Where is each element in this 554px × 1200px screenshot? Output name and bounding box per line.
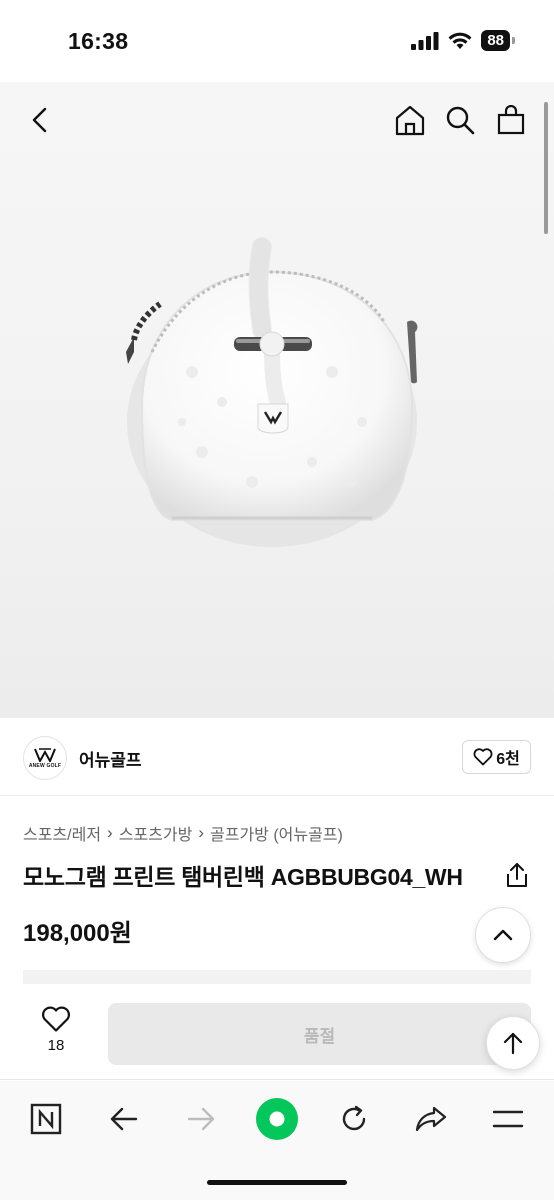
share-arrow-icon — [415, 1106, 447, 1132]
seller-avatar[interactable]: ANEW GOLF — [23, 736, 67, 780]
arrow-right-icon — [187, 1107, 215, 1131]
cart-button[interactable] — [493, 102, 529, 138]
soldout-button[interactable]: 품절 — [108, 1003, 531, 1065]
purchase-action-bar: 18 품절 — [0, 984, 554, 1080]
green-dot-icon — [256, 1098, 298, 1140]
arrow-left-icon — [110, 1107, 138, 1131]
chevron-right-icon: › — [198, 823, 204, 842]
naver-home-button[interactable] — [26, 1099, 66, 1139]
scroll-top-button[interactable] — [486, 1016, 540, 1070]
status-time: 16:38 — [68, 28, 129, 54]
wifi-icon — [448, 32, 472, 49]
wishlist-button[interactable]: 18 — [34, 1006, 78, 1054]
n-logo-icon — [30, 1103, 62, 1135]
breadcrumb: 스포츠/레저 › 스포츠가방 › 골프가방 (어뉴골프) — [23, 821, 343, 845]
seller-logo-text: ANEW GOLF — [28, 762, 62, 769]
collapse-button[interactable] — [475, 907, 531, 963]
browser-menu-button[interactable] — [488, 1099, 528, 1139]
browser-back-button[interactable] — [104, 1099, 144, 1139]
wishlist-count: 18 — [47, 1037, 65, 1054]
status-bar: 16:38 88 — [0, 0, 554, 82]
store-like-button[interactable]: 6천 — [462, 740, 531, 774]
status-icons: 88 — [411, 30, 515, 51]
menu-icon — [492, 1110, 524, 1128]
reload-button[interactable] — [334, 1099, 374, 1139]
store-like-count: 6천 — [496, 751, 520, 768]
share-button[interactable] — [504, 861, 530, 889]
battery-icon: 88 — [481, 30, 515, 51]
heart-icon — [473, 748, 493, 766]
anew-logo-icon — [34, 747, 56, 762]
naver-green-button[interactable] — [254, 1096, 300, 1142]
share-page-button[interactable] — [411, 1099, 451, 1139]
seller-name[interactable]: 어뉴골프 — [79, 746, 142, 771]
signal-icon — [411, 31, 439, 50]
reload-icon — [342, 1105, 366, 1131]
product-bag-image — [126, 237, 418, 547]
back-button[interactable] — [22, 102, 58, 138]
share-icon — [507, 863, 527, 887]
product-title: 모노그램 프린트 탬버린백 AGBBUBG04_WH — [23, 864, 463, 890]
home-button[interactable] — [392, 102, 428, 138]
heart-icon — [42, 1006, 70, 1032]
product-price: 198,000원 — [23, 920, 132, 947]
scrollbar[interactable] — [544, 102, 548, 234]
breadcrumb-item[interactable]: 스포츠가방 — [119, 821, 193, 845]
chevron-left-icon — [32, 107, 47, 133]
product-image-area[interactable] — [0, 82, 554, 718]
search-button[interactable] — [442, 102, 478, 138]
search-icon — [446, 106, 475, 135]
chevron-right-icon: › — [107, 823, 113, 842]
browser-forward-button[interactable] — [181, 1099, 221, 1139]
home-icon — [395, 105, 425, 136]
breadcrumb-item[interactable]: 스포츠/레저 — [23, 821, 101, 845]
breadcrumb-item[interactable]: 골프가방 (어뉴골프) — [210, 821, 343, 845]
arrow-up-icon — [503, 1032, 523, 1055]
chevron-up-icon — [493, 929, 513, 941]
section-divider — [23, 970, 531, 984]
shopping-bag-icon — [497, 105, 525, 135]
home-indicator — [207, 1180, 347, 1185]
